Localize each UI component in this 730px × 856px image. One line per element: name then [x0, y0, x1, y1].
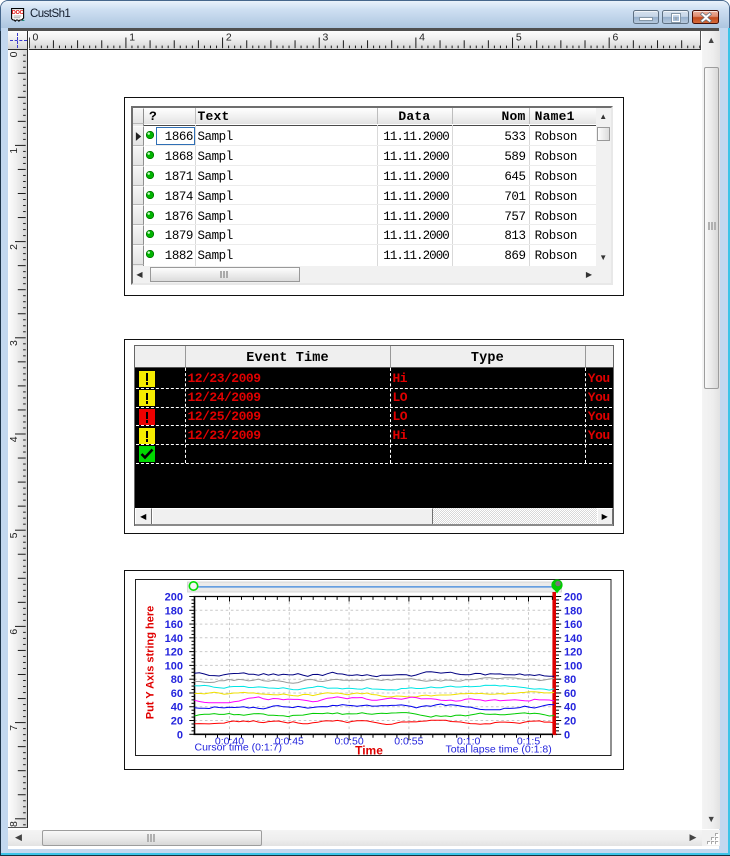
- svg-text:40: 40: [564, 701, 576, 713]
- svg-text:80: 80: [171, 674, 183, 686]
- svg-text:160: 160: [564, 619, 582, 631]
- svg-text:20: 20: [564, 715, 576, 727]
- svg-text:0:0:55: 0:0:55: [394, 735, 423, 747]
- svg-text:140: 140: [564, 632, 582, 644]
- svg-text:3: 3: [322, 33, 328, 44]
- svg-text:80: 80: [564, 674, 576, 686]
- svg-text:180: 180: [564, 605, 582, 617]
- svg-text:1: 1: [129, 33, 135, 44]
- svg-text:1: 1: [9, 147, 20, 153]
- svg-text:5: 5: [515, 33, 521, 44]
- svg-text:60: 60: [564, 688, 576, 700]
- svg-text:DOC: DOC: [11, 10, 23, 16]
- svg-text:120: 120: [564, 646, 582, 658]
- svg-text:100: 100: [564, 660, 582, 672]
- svg-text:0: 0: [564, 729, 570, 741]
- svg-text:200: 200: [564, 591, 582, 603]
- svg-text:Put Y Axis string here: Put Y Axis string here: [145, 605, 157, 719]
- svg-text:4: 4: [419, 33, 425, 44]
- svg-text:20: 20: [171, 715, 183, 727]
- svg-text:5: 5: [9, 532, 20, 538]
- svg-text:0: 0: [32, 33, 38, 44]
- svg-text:7: 7: [9, 725, 20, 731]
- svg-text:Time: Time: [355, 743, 383, 756]
- svg-text:2: 2: [9, 244, 20, 250]
- svg-text:Cursor time (0:1:7): Cursor time (0:1:7): [195, 741, 283, 753]
- svg-text:200: 200: [165, 591, 183, 603]
- svg-text:60: 60: [171, 688, 183, 700]
- svg-text:6: 6: [9, 628, 20, 634]
- svg-text:40: 40: [171, 701, 183, 713]
- svg-text:0: 0: [9, 51, 20, 57]
- svg-text:160: 160: [165, 619, 183, 631]
- svg-text:6: 6: [612, 33, 618, 44]
- svg-text:2: 2: [225, 33, 231, 44]
- svg-text:3: 3: [9, 340, 20, 346]
- svg-text:4: 4: [9, 436, 20, 442]
- svg-text:100: 100: [165, 660, 183, 672]
- svg-text:140: 140: [165, 632, 183, 644]
- svg-text:180: 180: [165, 605, 183, 617]
- svg-text:8: 8: [9, 821, 20, 827]
- svg-text:120: 120: [165, 646, 183, 658]
- svg-text:0: 0: [177, 729, 183, 741]
- svg-text:Total lapse time (0:1:8): Total lapse time (0:1:8): [446, 743, 552, 755]
